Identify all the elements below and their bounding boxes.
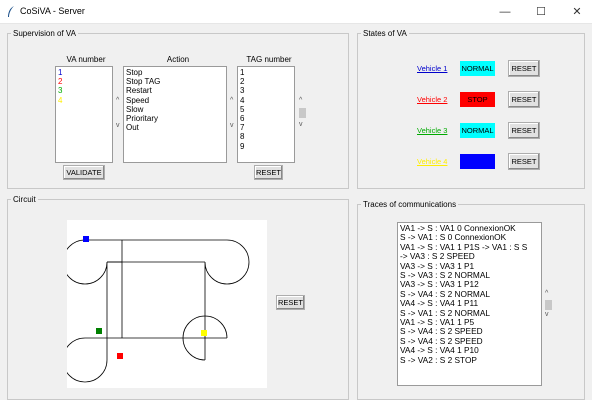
vehicle-1-state-badge: NORMAL <box>460 61 495 76</box>
states-legend: States of VA <box>363 29 407 38</box>
feather-icon <box>8 6 14 17</box>
vehicle-2-state-badge: STOP <box>460 92 495 107</box>
vehicle-4-state-badge: SPEED <box>460 154 495 169</box>
vehicle-1-marker <box>83 236 89 242</box>
vehicle-4-marker <box>201 330 207 336</box>
circuit-canvas <box>62 220 267 388</box>
title-bar: CoSiVA - Server — ☐ ✕ <box>0 0 592 24</box>
va-scroll-up-icon[interactable]: ^ <box>116 97 119 104</box>
circuit-reset-button[interactable]: RESET <box>276 295 305 310</box>
action-list-item[interactable]: Stop TAG <box>126 77 224 86</box>
tag-list-item[interactable]: 6 <box>240 114 292 123</box>
tag-reset-button[interactable]: RESET <box>254 165 283 180</box>
tag-number-listbox[interactable]: 123456789 <box>237 66 295 163</box>
action-list-item[interactable]: Out <box>126 123 224 132</box>
circuit-track <box>62 236 250 383</box>
tag-list-item[interactable]: 2 <box>240 77 292 86</box>
vehicle-1-reset-button[interactable]: RESET <box>508 60 540 77</box>
tag-scroll-down-icon[interactable]: v <box>299 121 303 128</box>
tag-scroll-up-icon[interactable]: ^ <box>299 97 302 104</box>
vehicle-2-reset-button[interactable]: RESET <box>508 91 540 108</box>
action-listbox[interactable]: Stop Stop TAG Restart Speed Slow Prioritary Ou… <box>123 66 227 163</box>
close-button[interactable]: ✕ <box>562 4 592 20</box>
tag-list-item[interactable]: 3 <box>240 86 292 95</box>
va-list-item[interactable]: 2 <box>58 77 110 86</box>
vehicle-3-reset-button[interactable]: RESET <box>508 122 540 139</box>
traces-scroll-down-icon[interactable]: v <box>545 311 549 318</box>
va-number-header: VA number <box>66 55 106 64</box>
vehicle-3-link[interactable]: Vehicle 3 <box>417 126 447 135</box>
traces-listbox[interactable]: VA1 -> S : VA1 0 ConnexionOK S -> VA1 : S… <box>397 222 542 386</box>
traces-legend: Traces of communications <box>363 200 457 209</box>
tag-list-item[interactable]: 9 <box>240 142 292 151</box>
action-header: Action <box>166 55 190 64</box>
action-list-item[interactable]: Slow <box>126 105 224 114</box>
tag-list-item[interactable]: 5 <box>240 105 292 114</box>
window-title: CoSiVA - Server <box>20 6 85 16</box>
action-list-item[interactable]: Speed <box>126 96 224 105</box>
vehicle-3-marker <box>96 328 102 334</box>
vehicle-2-marker <box>117 353 123 359</box>
action-scroll-up-icon[interactable]: ^ <box>230 97 233 104</box>
vehicle-4-link[interactable]: Vehicle 4 <box>417 157 447 166</box>
tag-list-item[interactable]: 7 <box>240 123 292 132</box>
va-scroll-down-icon[interactable]: v <box>116 122 120 129</box>
circuit-legend: Circuit <box>13 195 36 204</box>
va-list-item[interactable]: 1 <box>58 68 110 77</box>
vehicle-4-reset-button[interactable]: RESET <box>508 153 540 170</box>
vehicle-1-link[interactable]: Vehicle 1 <box>417 64 447 73</box>
action-list-item[interactable]: Restart <box>126 86 224 95</box>
tag-list-item[interactable]: 8 <box>240 132 292 141</box>
supervision-legend: Supervision of VA <box>13 29 76 38</box>
validate-button[interactable]: VALIDATE <box>63 165 105 180</box>
trace-line: S -> VA2 : S 2 STOP <box>400 354 477 365</box>
va-list-item[interactable]: 3 <box>58 86 110 95</box>
vehicle-3-state-badge: NORMAL <box>460 123 495 138</box>
maximize-button[interactable]: ☐ <box>526 4 556 20</box>
tag-list-item[interactable]: 4 <box>240 96 292 105</box>
action-scroll-down-icon[interactable]: v <box>230 122 234 129</box>
tag-scroll-thumb[interactable] <box>299 108 306 118</box>
minimize-button[interactable]: — <box>490 4 520 20</box>
va-list-item[interactable]: 4 <box>58 96 110 105</box>
traces-scroll-thumb[interactable] <box>545 300 552 310</box>
tag-list-item[interactable]: 1 <box>240 68 292 77</box>
traces-scroll-up-icon[interactable]: ^ <box>545 290 548 297</box>
tag-number-header: TAG number <box>246 55 292 64</box>
action-list-item[interactable]: Prioritary <box>126 114 224 123</box>
vehicle-2-link[interactable]: Vehicle 2 <box>417 95 447 104</box>
va-number-listbox[interactable]: 1234 <box>55 66 113 163</box>
action-list-item[interactable]: Stop <box>126 68 224 77</box>
